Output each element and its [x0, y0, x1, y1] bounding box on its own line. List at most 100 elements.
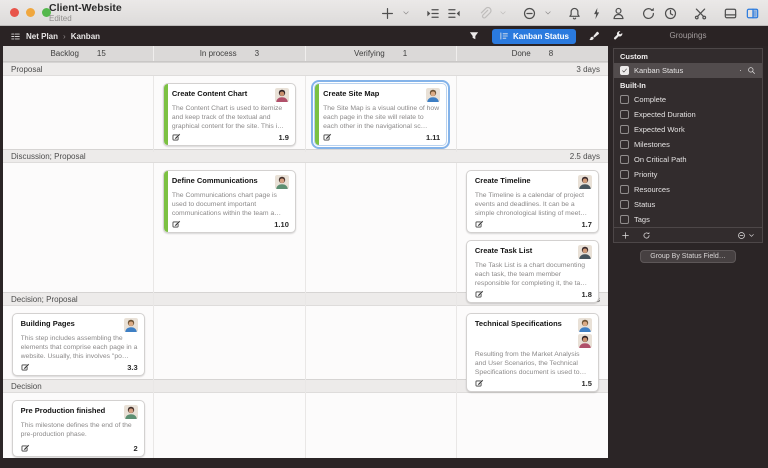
card-outline-number: 3.3 — [127, 363, 138, 372]
grouping-item-on-critical-path[interactable]: On Critical Path — [614, 152, 762, 167]
cut-icon[interactable] — [693, 6, 708, 21]
bell-icon[interactable] — [567, 6, 582, 21]
swimlane-label: Decision; Proposal — [11, 294, 78, 304]
outdent-icon[interactable] — [447, 6, 462, 21]
chevron-down-icon[interactable] — [402, 9, 410, 17]
grouping-item-label: Milestones — [634, 140, 670, 149]
checkbox-icon[interactable] — [620, 215, 629, 224]
grouping-item-label: Priority — [634, 170, 658, 179]
card-outline-number: 2 — [133, 444, 138, 453]
history-icon[interactable] — [663, 6, 678, 21]
panel-right-icon[interactable] — [745, 6, 760, 21]
status-stripe — [315, 84, 320, 145]
breadcrumb: Net Plan › Kanban — [10, 26, 100, 46]
kanban-status-button[interactable]: Kanban Status — [492, 28, 577, 44]
kanban-cell: Create Site Map The Site Map is a visual … — [306, 76, 457, 152]
style-brush-icon[interactable] — [588, 30, 600, 42]
kanban-card[interactable]: Building Pages This step includes assembl… — [11, 313, 145, 376]
grouping-item-tags[interactable]: Tags — [614, 212, 762, 227]
kanban-cell — [306, 306, 457, 398]
chevron-down-icon[interactable] — [748, 232, 755, 239]
card-description: The Task List is a chart documenting eac… — [474, 262, 588, 287]
kanban-cell — [154, 393, 306, 458]
card-avatars — [274, 88, 289, 102]
kanban-card[interactable]: Create Task List The Task List is a chart… — [465, 240, 599, 303]
grouping-item-milestones[interactable]: Milestones — [614, 137, 762, 152]
kanban-cell — [3, 76, 155, 152]
search-icon[interactable] — [747, 66, 756, 75]
column-count: 3 — [254, 49, 260, 58]
kanban-card[interactable]: Pre Production finished This milestone de… — [11, 400, 145, 457]
assignee-avatar — [577, 318, 592, 332]
assignee-avatar — [274, 88, 289, 102]
kanban-cell: Create Content Chart The Content Chart is… — [154, 76, 306, 152]
groupings-footer-toolbar — [614, 227, 762, 242]
checkbox-icon[interactable] — [620, 155, 629, 164]
kanban-card[interactable]: Define Communications The Communications … — [162, 170, 296, 233]
kanban-card[interactable]: Technical Specifications Resulting from t… — [465, 313, 599, 392]
action-menu-icon[interactable] — [737, 231, 746, 240]
edit-note-icon — [323, 133, 332, 142]
detail-dot-icon: · — [739, 65, 742, 75]
checkbox-icon[interactable] — [620, 125, 629, 134]
kanban-card[interactable]: Create Timeline The Timeline is a calenda… — [465, 170, 599, 233]
grouping-item-complete[interactable]: Complete — [614, 92, 762, 107]
card-title: Technical Specifications — [474, 319, 562, 328]
kanban-cell — [3, 163, 155, 309]
lightning-icon[interactable] — [589, 6, 604, 21]
net-plan-view-icon — [10, 31, 21, 42]
status-stripe — [163, 171, 168, 232]
swimlane-duration: 2.5 days — [569, 151, 600, 161]
assignee-avatar — [577, 175, 592, 189]
card-outline-number: 1.9 — [278, 133, 289, 142]
swimlane-body: Create Content Chart The Content Chart is… — [3, 76, 608, 152]
add-icon[interactable] — [380, 6, 395, 21]
assignee-avatar — [123, 318, 138, 332]
person-icon[interactable] — [611, 6, 626, 21]
grouping-item-status[interactable]: Status — [614, 197, 762, 212]
checkbox-checked-icon[interactable] — [620, 66, 629, 75]
grouping-item-label: Status — [634, 200, 656, 209]
grouping-item-label: On Critical Path — [634, 155, 687, 164]
card-title: Building Pages — [20, 319, 75, 328]
kanban-card[interactable]: Create Site Map The Site Map is a visual … — [314, 83, 448, 146]
card-outline-number: 1.8 — [581, 290, 592, 299]
checkbox-icon[interactable] — [620, 110, 629, 119]
grouping-item-resources[interactable]: Resources — [614, 182, 762, 197]
main-toolbar — [380, 0, 760, 26]
checkbox-icon[interactable] — [620, 185, 629, 194]
breadcrumb-net-plan[interactable]: Net Plan — [26, 32, 58, 41]
sidebar-panel-title: Groupings — [669, 31, 707, 40]
grouping-item-kanban-status[interactable]: Kanban Status · — [614, 63, 762, 78]
remove-circle-icon[interactable] — [522, 6, 537, 21]
minimize-window-button[interactable] — [26, 8, 35, 17]
checkbox-icon[interactable] — [620, 140, 629, 149]
add-grouping-icon[interactable] — [621, 231, 630, 240]
breadcrumb-kanban[interactable]: Kanban — [71, 32, 100, 41]
card-avatars — [123, 405, 138, 419]
sync-icon[interactable] — [641, 6, 656, 21]
chevron-down-icon[interactable] — [544, 9, 552, 17]
checkbox-icon[interactable] — [620, 95, 629, 104]
checkbox-icon[interactable] — [620, 170, 629, 179]
grouping-item-expected-work[interactable]: Expected Work — [614, 122, 762, 137]
assignee-avatar — [577, 334, 592, 348]
close-window-button[interactable] — [10, 8, 19, 17]
card-title: Create Site Map — [323, 89, 380, 98]
panel-bottom-icon[interactable] — [723, 6, 738, 21]
card-avatars — [274, 175, 289, 189]
checkbox-icon[interactable] — [620, 200, 629, 209]
window-controls — [10, 8, 51, 17]
filter-icon[interactable] — [468, 30, 480, 42]
group-by-status-field-button[interactable]: Group By Status Field… — [640, 250, 736, 263]
grouping-item-label: Complete — [634, 95, 667, 104]
column-headers: Backlog 15 In process 3 Verifying 1 Done 8 — [3, 46, 608, 62]
document-edited-status: Edited — [49, 14, 72, 23]
kanban-cell — [306, 163, 457, 309]
grouping-item-expected-duration[interactable]: Expected Duration — [614, 107, 762, 122]
card-outline-number: 1.11 — [425, 133, 441, 142]
refresh-icon[interactable] — [642, 231, 651, 240]
kanban-card[interactable]: Create Content Chart The Content Chart is… — [162, 83, 296, 146]
indent-icon[interactable] — [425, 6, 440, 21]
grouping-item-priority[interactable]: Priority — [614, 167, 762, 182]
